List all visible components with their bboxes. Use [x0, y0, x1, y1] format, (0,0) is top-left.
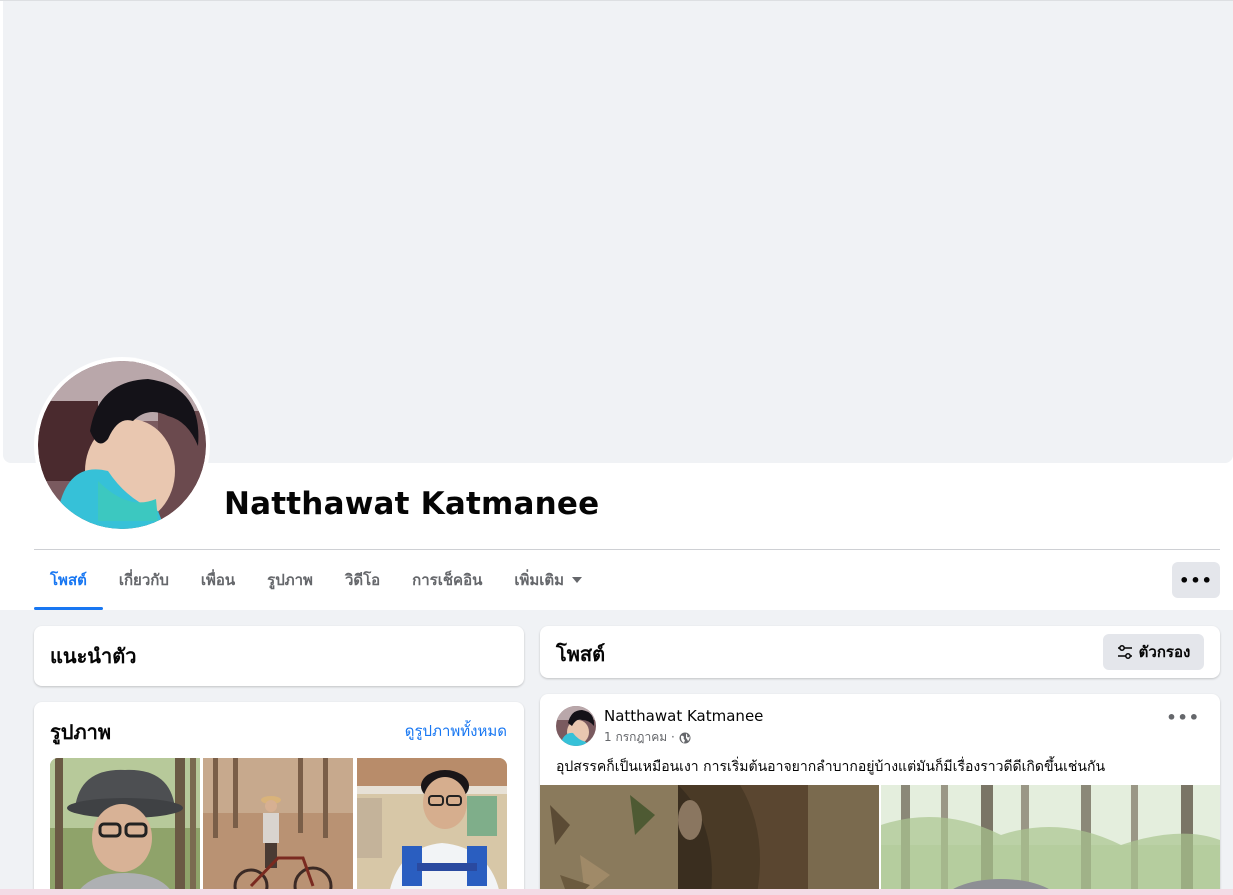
photo-thumbnail[interactable]: [50, 758, 200, 895]
photo-thumbnail[interactable]: [357, 758, 507, 895]
top-border: [0, 0, 1233, 1]
tab-posts-label: โพสต์: [50, 571, 87, 589]
profile-picture[interactable]: [38, 361, 206, 529]
post-options-button[interactable]: •••: [1166, 708, 1200, 727]
tab-posts[interactable]: โพสต์: [34, 550, 103, 610]
caret-down-icon: [572, 577, 583, 583]
profile-picture-frame[interactable]: [34, 357, 210, 533]
photos-card: รูปภาพ ดูรูปภาพทั้งหมด: [34, 702, 524, 895]
photos-title: รูปภาพ: [50, 720, 112, 744]
tab-about-label: เกี่ยวกับ: [118, 571, 169, 589]
globe-icon: [679, 732, 691, 743]
tab-checkins-label: การเช็คอิน: [412, 571, 483, 589]
tab-about[interactable]: เกี่ยวกับ: [103, 550, 185, 610]
post-date[interactable]: 1 กรกฎาคม ·: [604, 728, 691, 747]
posts-header-card: โพสต์ ตัวกรอง: [540, 626, 1220, 678]
post-author-name[interactable]: Natthawat Katmanee: [604, 707, 763, 725]
more-options-button[interactable]: •••: [1172, 562, 1220, 598]
tab-more-label: เพิ่มเติม: [514, 571, 565, 589]
post-date-text: 1 กรกฎาคม ·: [604, 730, 675, 744]
tab-friends-label: เพื่อน: [200, 571, 236, 589]
tab-more[interactable]: เพิ่มเติม: [498, 550, 598, 610]
post-author-avatar[interactable]: [556, 706, 596, 746]
photo-thumbnail-image: [50, 758, 200, 895]
post-text: อุปสรรคก็เป็นเหมือนเงา การเริ่มต้นอาจยาก…: [556, 759, 1106, 775]
filter-button-label: ตัวกรอง: [1138, 643, 1191, 661]
tab-friends[interactable]: เพื่อน: [185, 550, 251, 610]
post-card: Natthawat Katmanee 1 กรกฎาคม · ••• อุปสร…: [540, 694, 1220, 895]
post-photo[interactable]: [540, 785, 879, 895]
filter-button[interactable]: ตัวกรอง: [1103, 634, 1204, 670]
tab-videos-label: วิดีโอ: [344, 571, 381, 589]
posts-title: โพสต์: [556, 642, 606, 666]
photo-thumbnail-image: [357, 758, 507, 895]
photo-thumbnail-image: [203, 758, 353, 895]
post-photo-image: [881, 785, 1220, 895]
post-photo-image: [540, 785, 879, 895]
tab-checkins[interactable]: การเช็คอิน: [396, 550, 498, 610]
tab-photos[interactable]: รูปภาพ: [251, 550, 329, 610]
tab-photos-label: รูปภาพ: [267, 571, 313, 589]
photo-thumbnail[interactable]: [203, 758, 353, 895]
post-photo[interactable]: [881, 785, 1220, 895]
intro-card: แนะนำตัว: [34, 626, 524, 686]
see-all-photos-link[interactable]: ดูรูปภาพทั้งหมด: [405, 719, 507, 743]
tab-videos[interactable]: วิดีโอ: [329, 550, 396, 610]
intro-title: แนะนำตัว: [50, 644, 137, 668]
profile-tabs: โพสต์ เกี่ยวกับ เพื่อน รูปภาพ วิดีโอ การ…: [34, 550, 598, 610]
profile-name: Natthawat Katmanee: [224, 486, 600, 522]
filter-icon: [1117, 645, 1132, 659]
bottom-edge: [0, 889, 1233, 895]
